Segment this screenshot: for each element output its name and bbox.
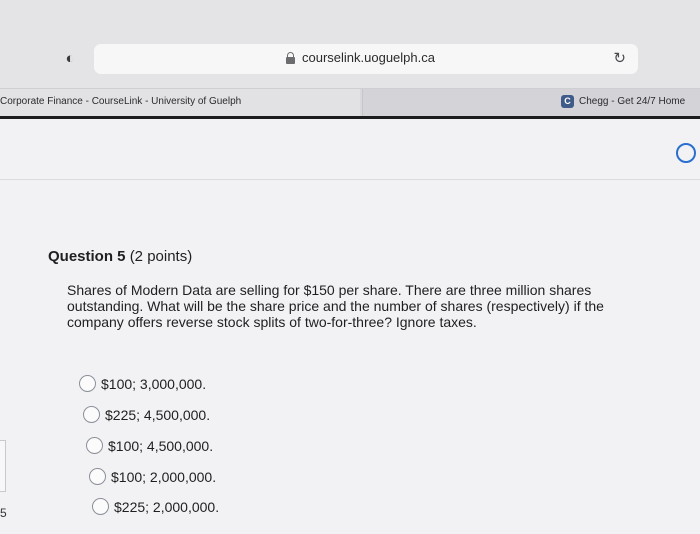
option-label[interactable]: $100; 2,000,000. bbox=[111, 469, 216, 485]
radio-button[interactable] bbox=[86, 437, 103, 454]
option-label[interactable]: $100; 4,500,000. bbox=[108, 438, 213, 454]
progress-ring-icon bbox=[676, 143, 696, 163]
tab-label: Chegg - Get 24/7 Home bbox=[579, 96, 686, 107]
corner-number: 5 bbox=[0, 506, 7, 520]
radio-button[interactable] bbox=[92, 498, 109, 515]
radio-button[interactable] bbox=[83, 406, 100, 423]
tab-chegg[interactable]: C Chegg - Get 24/7 Home bbox=[362, 89, 700, 117]
divider bbox=[0, 179, 700, 180]
shield-icon[interactable]: ◐ bbox=[64, 51, 76, 66]
question-title: Question 5 (2 points) bbox=[48, 248, 192, 265]
reload-icon[interactable]: ↻ bbox=[613, 49, 626, 67]
question-points: (2 points) bbox=[129, 248, 193, 265]
option-label[interactable]: $100; 3,000,000. bbox=[101, 376, 206, 392]
url-text: courselink.uoguelph.ca bbox=[302, 50, 435, 65]
browser-toolbar: ◐ courselink.uoguelph.ca ↻ bbox=[0, 0, 700, 88]
lock-icon bbox=[286, 52, 295, 64]
option-label[interactable]: $225; 4,500,000. bbox=[105, 407, 210, 423]
radio-button[interactable] bbox=[79, 375, 96, 392]
chegg-icon: C bbox=[561, 95, 574, 108]
option-label[interactable]: $225; 2,000,000. bbox=[114, 499, 219, 515]
radio-button[interactable] bbox=[89, 468, 106, 485]
address-bar[interactable]: courselink.uoguelph.ca ↻ bbox=[94, 44, 638, 74]
tab-label: Corporate Finance - CourseLink - Univers… bbox=[0, 96, 242, 107]
tab-bar: Corporate Finance - CourseLink - Univers… bbox=[0, 88, 700, 117]
tab-courselink[interactable]: Corporate Finance - CourseLink - Univers… bbox=[0, 89, 360, 117]
question-text: Shares of Modern Data are selling for $1… bbox=[67, 282, 604, 330]
question-number: Question 5 bbox=[48, 248, 126, 265]
side-panel-edge bbox=[0, 440, 6, 492]
